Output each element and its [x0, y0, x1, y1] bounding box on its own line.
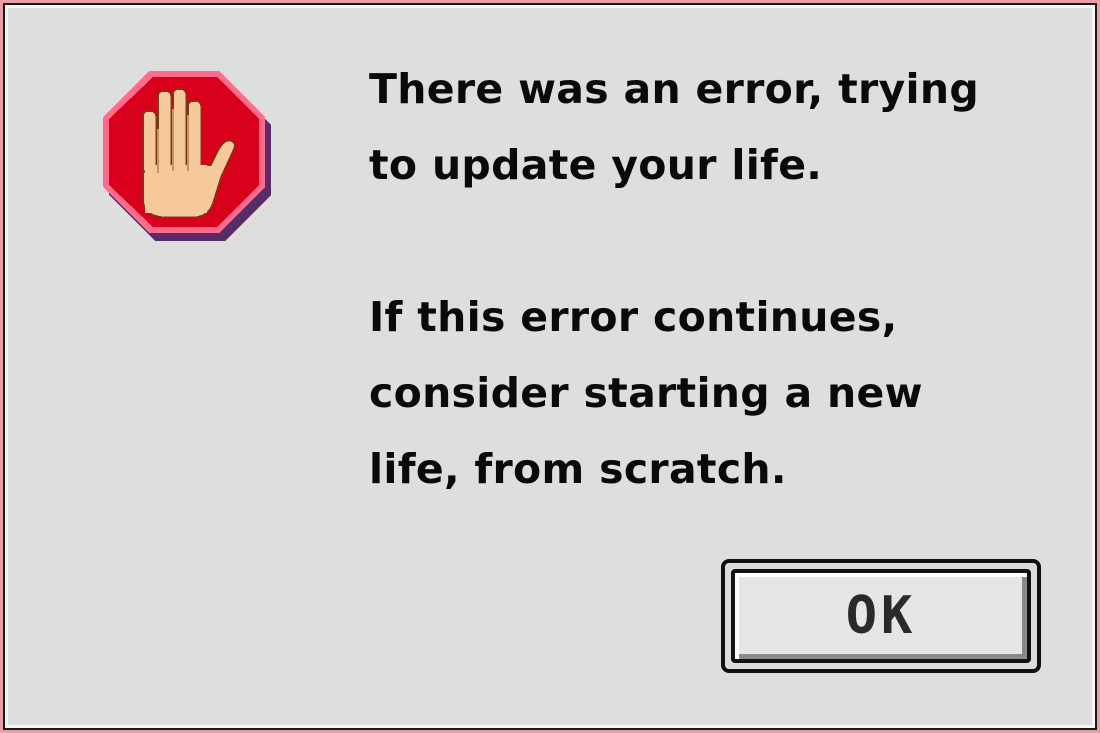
stop-hand-icon [103, 71, 271, 241]
message-line: consider starting a new [369, 369, 923, 417]
message-line: life, from scratch. [369, 445, 787, 493]
alert-dialog: There was an error, trying to update you… [0, 0, 1100, 733]
ok-button-label: OK [845, 586, 917, 646]
ok-button[interactable]: OK [721, 559, 1041, 673]
message-line: If this error continues, [369, 293, 898, 341]
ok-button-face[interactable]: OK [731, 569, 1031, 663]
error-message: There was an error, trying to update you… [369, 51, 1069, 507]
message-line: There was an error, trying [369, 65, 980, 113]
message-line: to update your life. [369, 141, 823, 189]
